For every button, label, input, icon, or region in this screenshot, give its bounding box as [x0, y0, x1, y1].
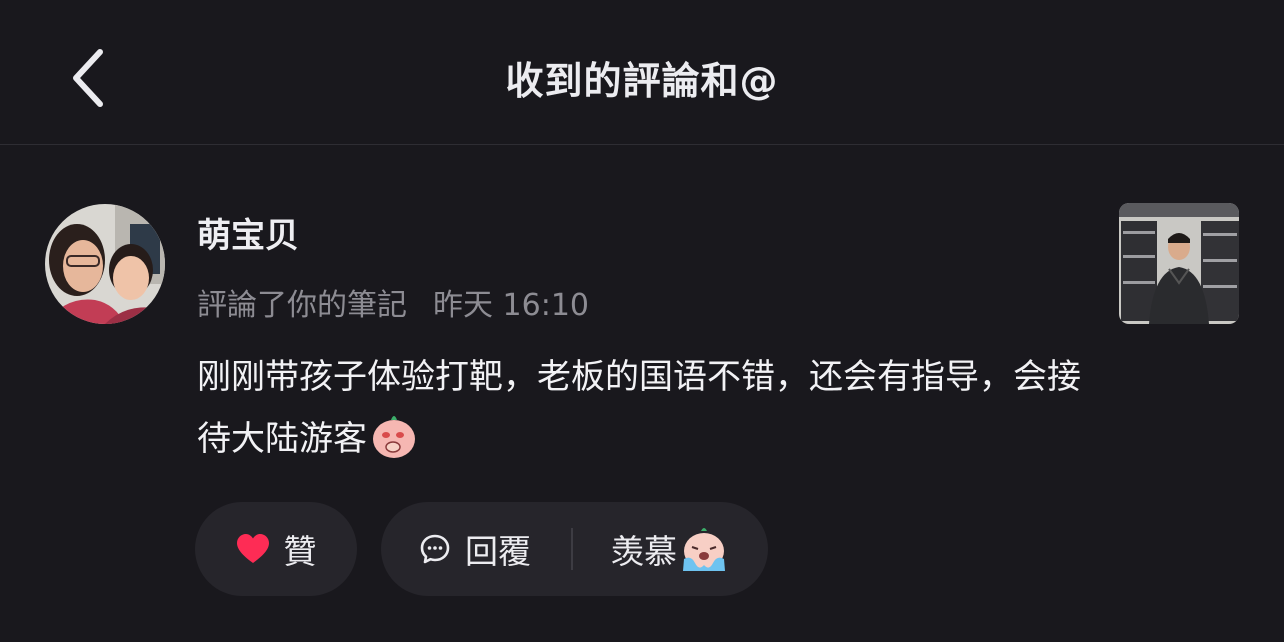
reply-label: 回覆	[465, 532, 531, 571]
comment-text: 刚刚带孩子体验打靶，老板的国语不错，还会有指导，会接待大陆游客	[197, 357, 1081, 459]
pill-divider	[571, 528, 573, 570]
like-button[interactable]: 贊	[195, 502, 357, 596]
smitten-emoji	[369, 410, 419, 480]
reply-button[interactable]: 回覆	[419, 525, 531, 573]
reply-actions: 回覆 羡慕	[381, 502, 768, 596]
page-title: 收到的評論和@	[505, 59, 779, 103]
heart-icon	[236, 534, 269, 563]
top-nav-bar: 收到的評論和@	[0, 0, 1284, 145]
crying-emoji	[683, 528, 725, 571]
quick-reply-envy-button[interactable]: 羡慕	[611, 525, 729, 573]
comment-bubble-icon	[420, 534, 450, 564]
commenter-username[interactable]: 萌宝贝	[197, 208, 299, 257]
comment-time: 昨天 16:10	[433, 288, 589, 323]
like-label: 贊	[283, 532, 317, 571]
comment-meta: 評論了你的筆記 昨天 16:10	[197, 280, 589, 324]
comment-text-block: 刚刚带孩子体验打靶，老板的国语不错，还会有指导，会接待大陆游客	[197, 346, 1097, 480]
commenter-avatar[interactable]	[45, 204, 165, 324]
quick-reply-label: 羡慕	[611, 532, 677, 571]
note-thumbnail-image	[1119, 203, 1239, 324]
action-text: 評論了你的筆記	[197, 288, 407, 323]
note-thumbnail[interactable]	[1119, 203, 1239, 324]
avatar-photo	[45, 204, 165, 324]
